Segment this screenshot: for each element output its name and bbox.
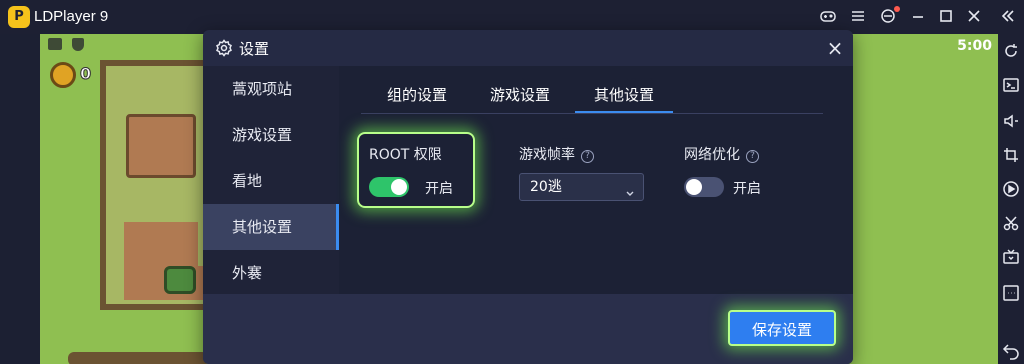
minimize-icon[interactable] bbox=[908, 7, 928, 27]
menu-icon[interactable] bbox=[848, 7, 868, 27]
tv-icon[interactable] bbox=[1002, 248, 1020, 266]
back-icon[interactable] bbox=[1002, 342, 1020, 360]
settings-dialog: 设置 × 蒿观项站 游戏设置 看地 其他设置 外褰 组的设置 游戏设置 其他设置… bbox=[203, 30, 853, 364]
help-icon[interactable]: ? bbox=[746, 150, 759, 163]
shield-icon bbox=[72, 38, 84, 51]
dialog-header: 设置 × bbox=[203, 30, 853, 66]
coin-icon bbox=[50, 62, 76, 88]
app-logo: P bbox=[8, 6, 30, 28]
maximize-icon[interactable] bbox=[936, 7, 956, 27]
gear-icon bbox=[215, 39, 233, 57]
root-label: ROOT 权限 bbox=[369, 144, 442, 164]
rotate-icon[interactable] bbox=[1002, 42, 1020, 60]
more-icon[interactable] bbox=[1002, 284, 1020, 302]
coin-count: 0 bbox=[79, 64, 92, 84]
network-toggle[interactable] bbox=[684, 177, 724, 197]
toggle-knob bbox=[686, 179, 702, 195]
tab-game-settings[interactable]: 游戏设置 bbox=[487, 78, 553, 112]
framerate-value: 20逃 bbox=[530, 179, 562, 195]
tab-group-settings[interactable]: 组的设置 bbox=[385, 78, 449, 112]
crate bbox=[126, 114, 196, 178]
scissors-icon[interactable] bbox=[1002, 214, 1020, 232]
dialog-title: 设置 bbox=[239, 40, 270, 58]
network-label-text: 网络优化 bbox=[684, 147, 740, 163]
chevron-down-icon bbox=[625, 182, 635, 196]
sidebar-item-game-settings[interactable]: 游戏设置 bbox=[203, 112, 339, 158]
save-settings-button[interactable]: 保存设置 bbox=[728, 310, 836, 346]
close-icon[interactable] bbox=[964, 7, 984, 27]
crop-icon[interactable] bbox=[1002, 146, 1020, 164]
settings-notify-icon[interactable] bbox=[878, 6, 900, 27]
floor-edge bbox=[68, 352, 208, 364]
tab-divider bbox=[361, 113, 823, 114]
title-bar: P LDPlayer 9 bbox=[0, 0, 1024, 34]
dialog-close-button[interactable]: × bbox=[825, 38, 845, 58]
sidebar-item-3[interactable]: 看地 bbox=[203, 158, 339, 204]
pot bbox=[164, 266, 196, 294]
image-icon bbox=[48, 38, 62, 50]
network-label: 网络优化? bbox=[684, 144, 759, 164]
collapse-icon[interactable] bbox=[998, 7, 1018, 27]
settings-sidebar: 蒿观项站 游戏设置 看地 其他设置 外褰 bbox=[203, 66, 339, 294]
record-icon[interactable] bbox=[1002, 180, 1020, 198]
notification-dot bbox=[894, 6, 900, 12]
root-toggle[interactable] bbox=[369, 177, 409, 197]
toggle-knob bbox=[391, 179, 407, 195]
root-state-label: 开启 bbox=[425, 181, 453, 197]
volume-icon[interactable] bbox=[1002, 112, 1020, 130]
keyboard-icon[interactable] bbox=[1002, 76, 1020, 94]
game-timer: 5:00 bbox=[957, 38, 992, 54]
help-icon[interactable]: ? bbox=[581, 150, 594, 163]
sidebar-item-other-settings[interactable]: 其他设置 bbox=[203, 204, 339, 250]
framerate-label: 游戏帧率? bbox=[519, 144, 594, 164]
framerate-select[interactable]: 20逃 bbox=[519, 173, 644, 201]
dialog-footer: 保存设置 bbox=[203, 294, 853, 364]
network-state-label: 开启 bbox=[733, 181, 761, 197]
sidebar-item-5[interactable]: 外褰 bbox=[203, 250, 339, 296]
root-label-text: ROOT 权限 bbox=[369, 147, 442, 163]
gamepad-icon[interactable] bbox=[818, 7, 838, 27]
app-title: LDPlayer 9 bbox=[34, 8, 109, 25]
tab-other-settings[interactable]: 其他设置 bbox=[575, 78, 673, 113]
sidebar-item-1[interactable]: 蒿观项站 bbox=[203, 66, 339, 112]
framerate-label-text: 游戏帧率 bbox=[519, 147, 575, 163]
emulator-toolbar bbox=[998, 34, 1024, 364]
